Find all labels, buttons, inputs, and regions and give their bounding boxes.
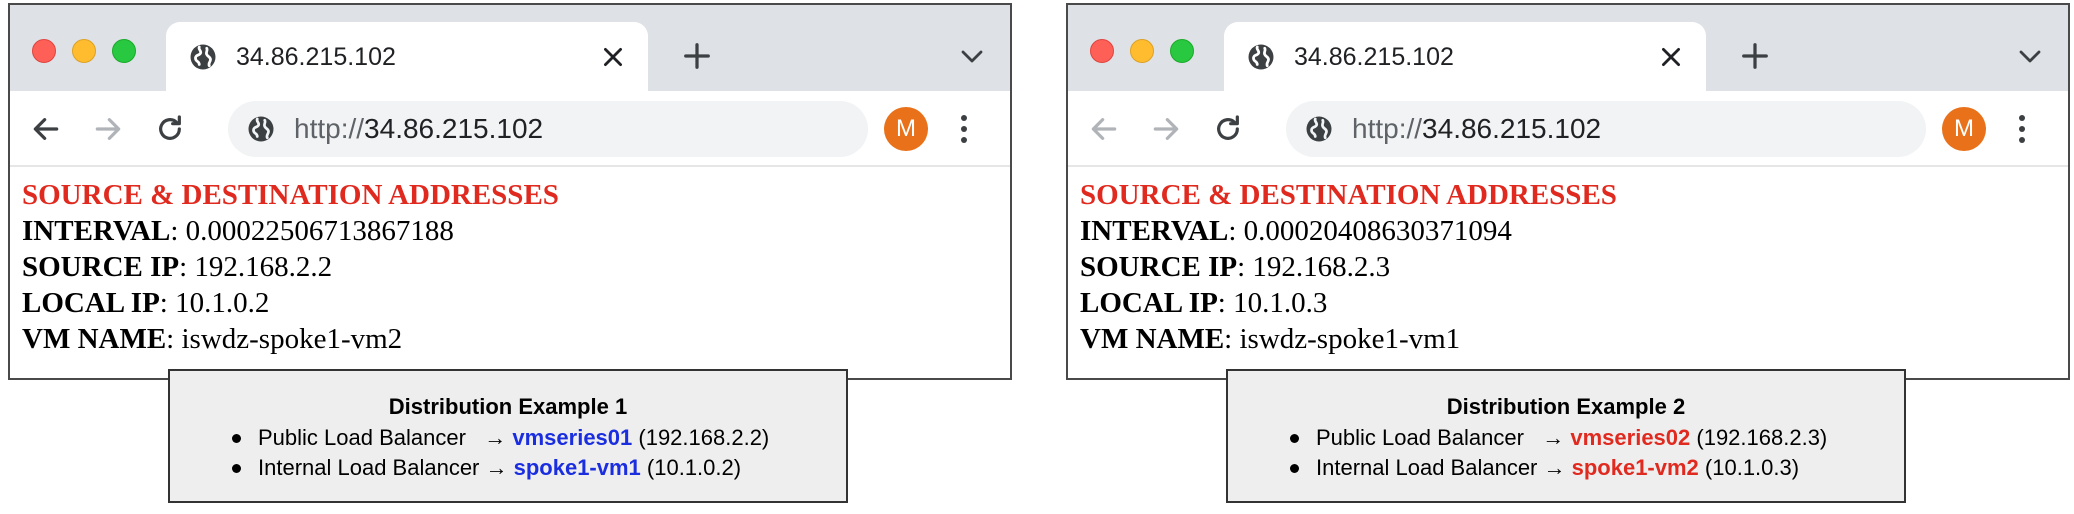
plus-icon[interactable] [1740,41,1770,71]
reload-icon[interactable] [154,113,186,145]
plus-icon[interactable] [682,41,712,71]
row-label: LOCAL IP [22,287,160,319]
item-suffix: (192.168.2.2) [632,425,770,450]
info-row-source-ip: SOURCE IP: 192.168.2.2 [22,249,1002,285]
row-label: INTERVAL [22,215,171,247]
url-text: http://34.86.215.102 [294,113,543,145]
close-icon[interactable] [600,44,626,70]
list-item: Public Load Balancer → vmseries02 (192.1… [1290,423,1904,453]
callout-list: Public Load Balancer → vmseries01 (192.1… [170,423,846,483]
item-prefix: Public Load Balancer → [258,425,513,450]
row-value: : iswdz-spoke1-vm1 [1224,323,1461,355]
callout-list: Public Load Balancer → vmseries02 (192.1… [1228,423,1904,483]
distribution-callout-1: Distribution Example 1 Public Load Balan… [168,369,848,503]
window-close-button[interactable] [1090,39,1114,63]
globe-icon[interactable] [246,114,276,144]
item-suffix: (10.1.0.3) [1698,455,1800,480]
url-text: http://34.86.215.102 [1352,113,1601,145]
reload-icon[interactable] [1212,113,1244,145]
info-row-interval: INTERVAL: 0.00022506713867188 [22,213,1002,249]
arrow-right-icon[interactable] [1150,113,1182,145]
row-value: : 0.00020408630371094 [1228,215,1512,247]
tab-strip: 34.86.215.102 [10,5,1010,91]
address-bar[interactable]: http://34.86.215.102 [228,101,868,157]
page-content: SOURCE & DESTINATION ADDRESSES INTERVAL:… [1080,177,2060,357]
tab-title: 34.86.215.102 [1294,43,1454,71]
row-label: SOURCE IP [22,251,180,283]
kebab-menu-icon[interactable] [2018,113,2026,145]
window-close-button[interactable] [32,39,56,63]
globe-icon [1248,44,1274,70]
url-host: 34.86.215.102 [364,113,544,144]
row-value: : 192.168.2.3 [1237,251,1391,283]
chevron-down-icon[interactable] [2018,49,2042,65]
globe-icon[interactable] [1304,114,1334,144]
kebab-menu-icon[interactable] [960,113,968,145]
item-target: spoke1-vm2 [1571,455,1699,480]
page-heading: SOURCE & DESTINATION ADDRESSES [1080,179,1617,211]
url-scheme: http:// [1352,113,1423,144]
browser-window-1: 34.86.215.102 http://34.86.215.102 M SOU… [8,3,1012,380]
item-target: vmseries02 [1570,425,1691,450]
distribution-callout-2: Distribution Example 2 Public Load Balan… [1226,369,1906,503]
tab-active[interactable]: 34.86.215.102 [1224,22,1706,91]
arrow-left-icon[interactable] [30,113,62,145]
row-value: : iswdz-spoke1-vm2 [166,323,403,355]
url-scheme: http:// [294,113,365,144]
window-zoom-button[interactable] [112,39,136,63]
globe-icon [190,44,216,70]
list-item: Internal Load Balancer → spoke1-vm2 (10.… [1290,453,1904,483]
row-label: VM NAME [1080,323,1225,355]
item-prefix: Public Load Balancer → [1316,425,1571,450]
page-heading: SOURCE & DESTINATION ADDRESSES [22,179,559,211]
browser-window-2: 34.86.215.102 http://34.86.215.102 M SOU… [1066,3,2070,380]
info-row-local-ip: LOCAL IP: 10.1.0.3 [1080,285,2060,321]
browser-toolbar: http://34.86.215.102 M [1068,91,2068,167]
avatar[interactable]: M [1942,107,1986,151]
chevron-down-icon[interactable] [960,49,984,65]
row-value: : 10.1.0.2 [159,287,270,319]
window-zoom-button[interactable] [1170,39,1194,63]
window-minimize-button[interactable] [1130,39,1154,63]
callout-title: Distribution Example 1 [388,394,628,419]
info-row-local-ip: LOCAL IP: 10.1.0.2 [22,285,1002,321]
row-value: : 10.1.0.3 [1217,287,1328,319]
item-target: vmseries01 [512,425,633,450]
arrow-left-icon[interactable] [1088,113,1120,145]
info-row-interval: INTERVAL: 0.00020408630371094 [1080,213,2060,249]
row-label: VM NAME [22,323,167,355]
item-suffix: (10.1.0.2) [640,455,742,480]
url-host: 34.86.215.102 [1422,113,1602,144]
row-value: : 0.00022506713867188 [170,215,454,247]
browser-toolbar: http://34.86.215.102 M [10,91,1010,167]
window-minimize-button[interactable] [72,39,96,63]
item-target: spoke1-vm1 [513,455,641,480]
tab-strip: 34.86.215.102 [1068,5,2068,91]
item-suffix: (192.168.2.3) [1690,425,1828,450]
item-prefix: Internal Load Balancer → [258,455,514,480]
page-content: SOURCE & DESTINATION ADDRESSES INTERVAL:… [22,177,1002,357]
callout-title: Distribution Example 2 [1446,394,1686,419]
tab-title: 34.86.215.102 [236,43,396,71]
address-bar[interactable]: http://34.86.215.102 [1286,101,1926,157]
row-label: SOURCE IP [1080,251,1238,283]
close-icon[interactable] [1658,44,1684,70]
info-row-source-ip: SOURCE IP: 192.168.2.3 [1080,249,2060,285]
row-label: LOCAL IP [1080,287,1218,319]
info-row-vm-name: VM NAME: iswdz-spoke1-vm2 [22,321,1002,357]
item-prefix: Internal Load Balancer → [1316,455,1572,480]
list-item: Public Load Balancer → vmseries01 (192.1… [232,423,846,453]
tab-active[interactable]: 34.86.215.102 [166,22,648,91]
info-row-vm-name: VM NAME: iswdz-spoke1-vm1 [1080,321,2060,357]
row-value: : 192.168.2.2 [179,251,333,283]
avatar[interactable]: M [884,107,928,151]
arrow-right-icon[interactable] [92,113,124,145]
list-item: Internal Load Balancer → spoke1-vm1 (10.… [232,453,846,483]
row-label: INTERVAL [1080,215,1229,247]
